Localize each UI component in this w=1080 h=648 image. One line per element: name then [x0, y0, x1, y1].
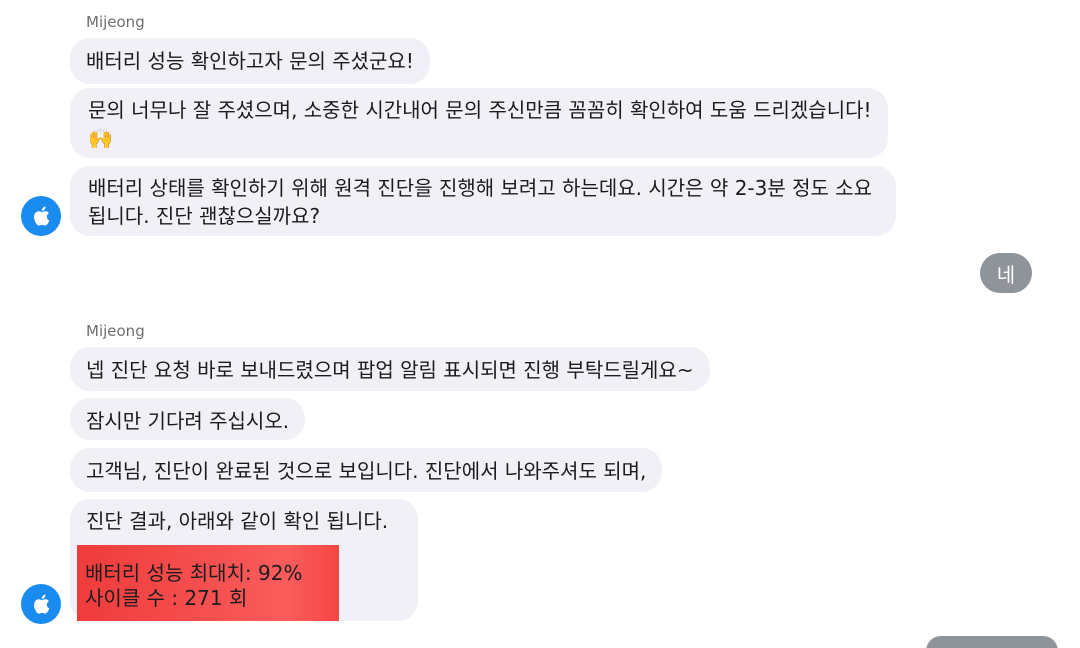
result-intro-text: 진단 결과, 아래와 같이 확인 됩니다.: [86, 509, 389, 533]
agent-message-bubble: 잠시만 기다려 주십시오.: [70, 398, 306, 440]
user-message-bubble: 네: [980, 253, 1032, 293]
user-message-bubble-partial: [926, 636, 1058, 648]
agent-message-bubble: 넵 진단 요청 바로 보내드렸으며 팝업 알림 표시되면 진행 부탁드릴게요~: [70, 347, 710, 391]
apple-logo-icon: [34, 206, 50, 226]
sender-name: Mijeong: [86, 13, 145, 31]
battery-max-capacity: 배터리 성능 최대치: 92%: [85, 561, 303, 585]
apple-logo-icon: [34, 594, 50, 614]
agent-avatar: [21, 584, 61, 624]
agent-message-bubble: 문의 너무나 잘 주셨으며, 소중한 시간내어 문의 주신만큼 꼼꼼히 확인하여…: [70, 88, 888, 158]
agent-message-bubble: 배터리 상태를 확인하기 위해 원격 진단을 진행해 보려고 하는데요. 시간은…: [70, 166, 896, 236]
agent-message-bubble-result: 진단 결과, 아래와 같이 확인 됩니다. 배터리 성능 최대치: 92% 사이…: [70, 499, 418, 621]
battery-cycle-count: 사이클 수 : 271 회: [85, 586, 248, 610]
battery-result-highlight: 배터리 성능 최대치: 92% 사이클 수 : 271 회: [77, 545, 339, 621]
agent-avatar: [21, 196, 61, 236]
agent-message-bubble: 고객님, 진단이 완료된 것으로 보입니다. 진단에서 나와주셔도 되며,: [70, 448, 663, 492]
agent-message-bubble: 배터리 성능 확인하고자 문의 주셨군요!: [70, 38, 430, 84]
sender-name: Mijeong: [86, 322, 145, 340]
chat-transcript: Mijeong 배터리 성능 확인하고자 문의 주셨군요! 문의 너무나 잘 주…: [0, 0, 1080, 648]
